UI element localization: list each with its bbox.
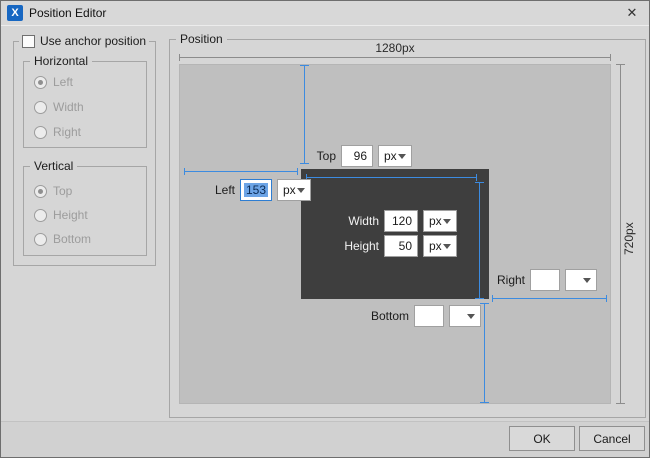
right-input[interactable] (530, 269, 560, 291)
left-input[interactable]: 153 (240, 179, 272, 201)
left-unit-dropdown[interactable]: px (277, 179, 311, 201)
width-label: Width (341, 214, 379, 228)
radio-width[interactable]: Width (34, 100, 84, 114)
left-unit-value: px (283, 183, 296, 197)
width-measure-line (306, 177, 477, 178)
top-field-row: Top 96 px (312, 145, 412, 167)
vertical-caption: Vertical (30, 159, 77, 173)
radio-right[interactable]: Right (34, 125, 81, 139)
ok-button[interactable]: OK (509, 426, 575, 451)
radio-icon (34, 101, 47, 114)
use-anchor-checkbox[interactable]: Use anchor position (19, 34, 149, 48)
top-measure-line (304, 65, 305, 164)
width-unit-dropdown[interactable]: px (423, 210, 457, 232)
titlebar: X Position Editor ✕ (1, 1, 649, 26)
widget-rect (301, 169, 489, 299)
use-anchor-label: Use anchor position (40, 34, 146, 48)
radio-icon (34, 233, 47, 246)
close-icon[interactable]: ✕ (621, 4, 643, 22)
width-unit-value: px (429, 214, 442, 228)
app-icon: X (7, 5, 23, 21)
cancel-button[interactable]: Cancel (579, 426, 645, 451)
position-editor-dialog: X Position Editor ✕ Use anchor position … (0, 0, 650, 458)
bottom-input[interactable] (414, 305, 444, 327)
dropdown-arrow-icon (297, 188, 305, 193)
bottom-measure-line (484, 303, 485, 403)
radio-icon (34, 76, 47, 89)
dropdown-arrow-icon (583, 278, 591, 283)
top-unit-dropdown[interactable]: px (378, 145, 412, 167)
width-input[interactable]: 120 (384, 210, 418, 232)
window-title: Position Editor (29, 6, 621, 20)
page-width-label: 1280px (179, 41, 611, 55)
radio-top[interactable]: Top (34, 184, 72, 198)
top-unit-value: px (384, 149, 397, 163)
horizontal-caption: Horizontal (30, 54, 92, 68)
radio-icon (34, 126, 47, 139)
radio-bottom[interactable]: Bottom (34, 232, 91, 246)
checkbox-icon (22, 35, 35, 48)
dropdown-arrow-icon (398, 154, 406, 159)
dropdown-arrow-icon (443, 244, 451, 249)
radio-icon (34, 209, 47, 222)
page-height-ruler (620, 64, 621, 404)
top-label: Top (312, 149, 336, 163)
top-input[interactable]: 96 (341, 145, 373, 167)
radio-icon (34, 185, 47, 198)
left-field-row: Left 153 px (209, 179, 311, 201)
height-unit-dropdown[interactable]: px (423, 235, 457, 257)
width-field-row: Width 120 px (341, 210, 457, 232)
dropdown-arrow-icon (443, 219, 451, 224)
height-field-row: Height 50 px (341, 235, 457, 257)
page-width-ruler (179, 57, 611, 58)
bottom-unit-dropdown[interactable] (449, 305, 481, 327)
right-unit-dropdown[interactable] (565, 269, 597, 291)
bottom-field-row: Bottom (367, 305, 481, 327)
height-measure-line (479, 182, 480, 299)
height-label: Height (341, 239, 379, 253)
radio-left[interactable]: Left (34, 75, 73, 89)
page-height-label: 720px (622, 215, 636, 255)
radio-height[interactable]: Height (34, 208, 88, 222)
app-icon-glyph: X (11, 7, 18, 19)
right-label: Right (495, 273, 525, 287)
selected-text: 153 (244, 183, 268, 197)
bottom-label: Bottom (367, 309, 409, 323)
height-unit-value: px (429, 239, 442, 253)
height-input[interactable]: 50 (384, 235, 418, 257)
right-field-row: Right (495, 269, 597, 291)
left-label: Left (209, 183, 235, 197)
left-measure-line (184, 171, 298, 172)
dropdown-arrow-icon (467, 314, 475, 319)
right-measure-line (492, 298, 607, 299)
